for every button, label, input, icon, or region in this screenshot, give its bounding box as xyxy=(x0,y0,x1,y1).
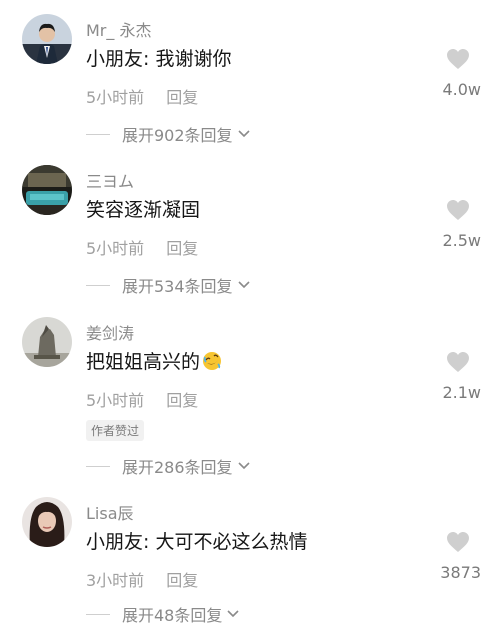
comment-meta: 5小时前 回复 xyxy=(86,235,198,259)
avatar[interactable] xyxy=(22,14,72,64)
expand-replies-button[interactable]: 展开286条回复 xyxy=(86,454,251,478)
divider-line xyxy=(86,133,110,135)
rolling-on-floor-laughing-emoji xyxy=(203,352,222,370)
divider-line xyxy=(86,465,110,467)
like-button[interactable]: 2.1w xyxy=(433,351,483,402)
comment-time: 5小时前 xyxy=(86,391,145,410)
comment-username[interactable]: 三ヨム xyxy=(86,168,134,192)
comment-meta: 3小时前 回复 xyxy=(86,567,198,591)
heart-icon[interactable] xyxy=(446,48,470,70)
like-count: 2.1w xyxy=(442,383,481,402)
comment-text: 小朋友: 我谢谢你 xyxy=(86,48,232,70)
comment-username[interactable]: Lisa辰 xyxy=(86,500,134,524)
comment-time: 5小时前 xyxy=(86,239,145,258)
expand-replies-button[interactable]: 展开902条回复 xyxy=(86,122,251,146)
avatar[interactable] xyxy=(22,497,72,547)
heart-icon[interactable] xyxy=(446,351,470,373)
expand-replies-label: 展开286条回复 xyxy=(122,458,233,477)
comment-username[interactable]: Mr_ 永杰 xyxy=(86,17,151,41)
author-liked-badge: 作者赞过 xyxy=(86,420,145,441)
comment-time: 5小时前 xyxy=(86,88,145,107)
comment-text: 笑容逐渐凝固 xyxy=(86,199,201,221)
like-button[interactable]: 3873 xyxy=(433,531,483,582)
expand-replies-button[interactable]: 展开534条回复 xyxy=(86,273,251,297)
avatar[interactable] xyxy=(22,165,72,215)
heart-icon[interactable] xyxy=(446,531,470,553)
heart-icon[interactable] xyxy=(446,199,470,221)
comment-username[interactable]: 姜剑涛 xyxy=(86,320,134,344)
reply-button[interactable]: 回复 xyxy=(166,571,198,590)
chevron-down-icon xyxy=(227,610,239,618)
expand-replies-label: 展开534条回复 xyxy=(122,277,233,296)
comment-text: 把姐姐高兴的 xyxy=(86,347,222,374)
expand-replies-label: 展开902条回复 xyxy=(122,126,233,145)
comment-meta: 5小时前 回复 xyxy=(86,84,198,108)
divider-line xyxy=(86,613,110,615)
reply-button[interactable]: 回复 xyxy=(166,88,198,107)
comment-time: 3小时前 xyxy=(86,571,145,590)
comment-meta: 5小时前 回复 xyxy=(86,387,198,411)
like-count: 2.5w xyxy=(442,231,481,250)
expand-replies-button[interactable]: 展开48条回复 xyxy=(86,602,240,626)
expand-replies-label: 展开48条回复 xyxy=(122,606,223,625)
like-button[interactable]: 4.0w xyxy=(433,48,483,99)
comment-text-content: 把姐姐高兴的 xyxy=(86,351,201,373)
reply-button[interactable]: 回复 xyxy=(166,391,198,410)
chevron-down-icon xyxy=(237,462,250,470)
chevron-down-icon xyxy=(237,281,250,289)
avatar[interactable] xyxy=(22,317,72,367)
chevron-down-icon xyxy=(237,130,250,138)
comment-text: 小朋友: 大可不必这么热情 xyxy=(86,531,308,553)
like-button[interactable]: 2.5w xyxy=(433,199,483,250)
like-count: 4.0w xyxy=(442,80,481,99)
divider-line xyxy=(86,284,110,286)
like-count: 3873 xyxy=(440,563,481,582)
reply-button[interactable]: 回复 xyxy=(166,239,198,258)
